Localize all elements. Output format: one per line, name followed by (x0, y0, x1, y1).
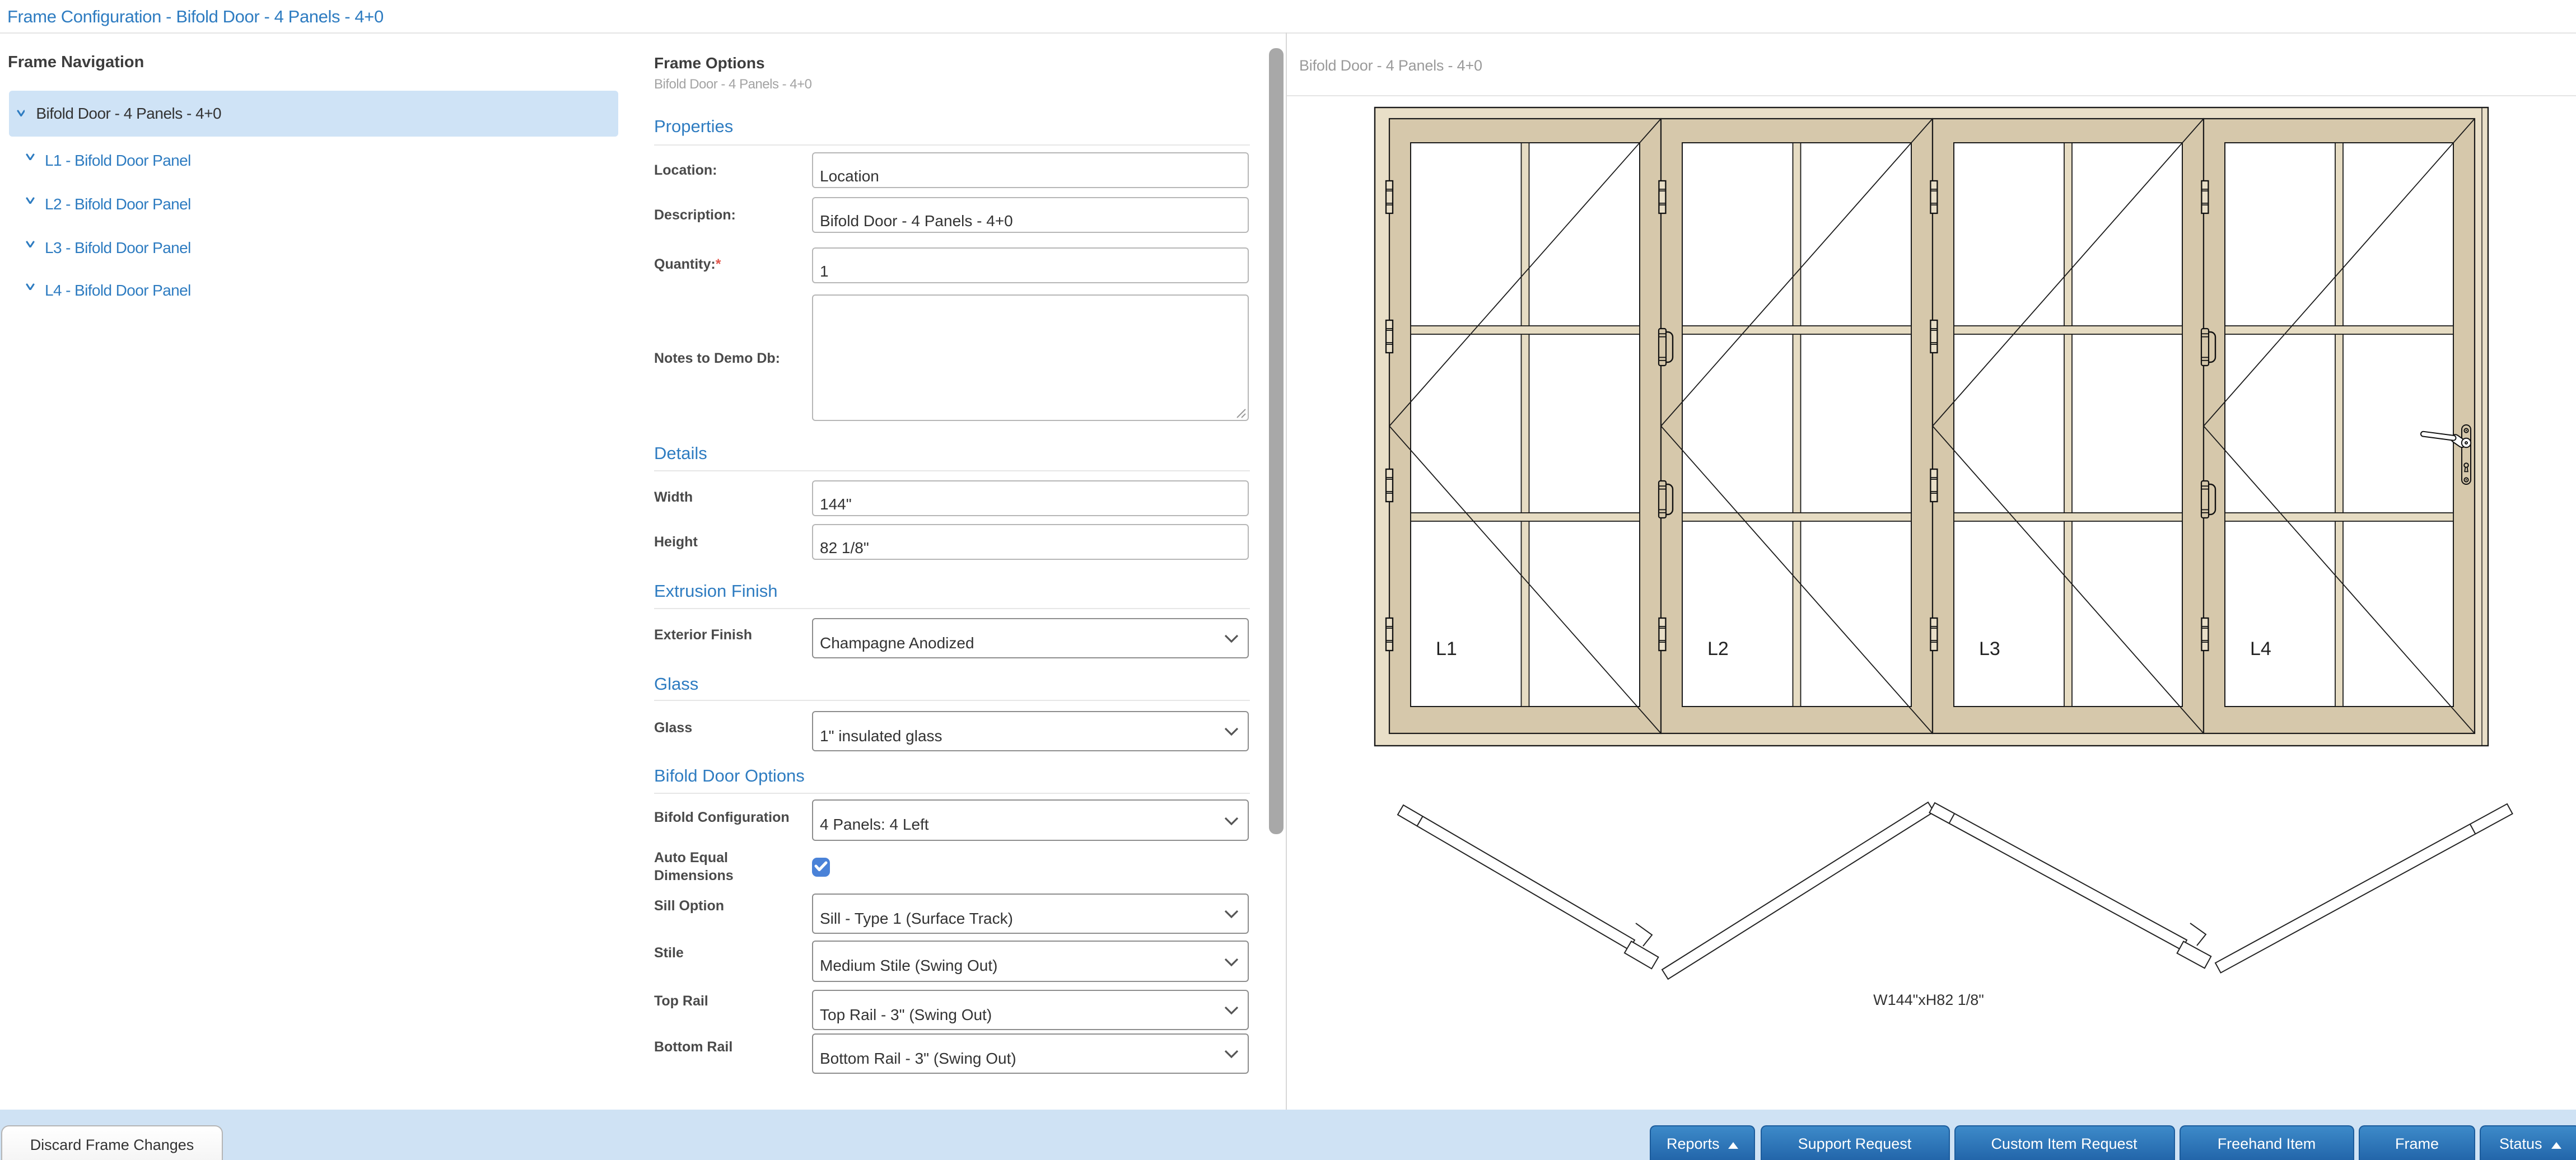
svg-text:L4: L4 (2250, 638, 2271, 659)
svg-text:W144"xH82 1/8": W144"xH82 1/8" (1873, 991, 1984, 1008)
svg-text:L1: L1 (1436, 638, 1457, 659)
svg-text:L2: L2 (1707, 638, 1729, 659)
svg-text:L3: L3 (1979, 638, 2000, 659)
